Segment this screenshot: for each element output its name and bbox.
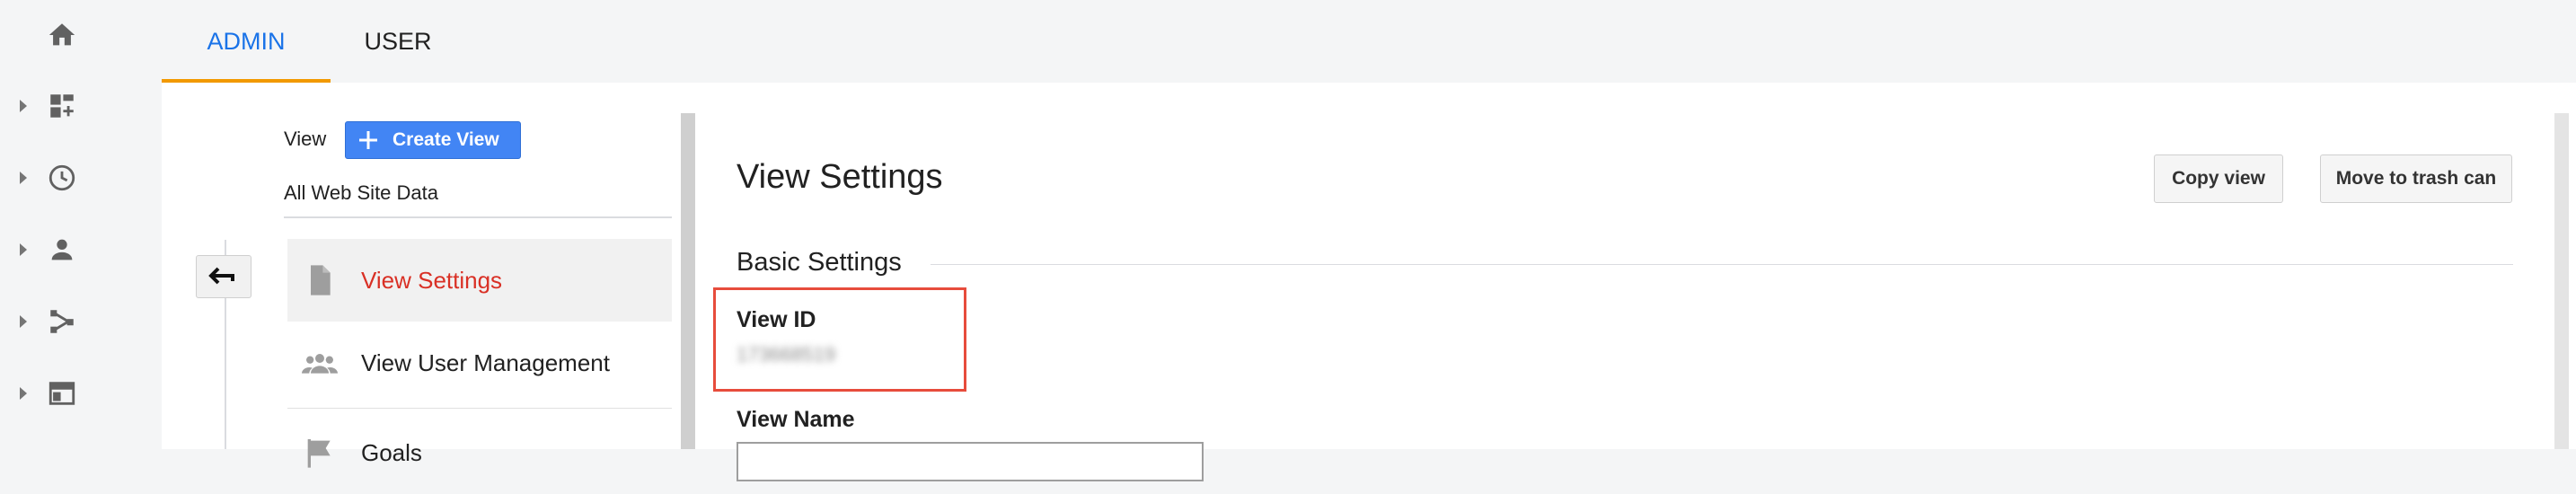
nav-acquisition[interactable] xyxy=(0,295,162,348)
customization-icon xyxy=(47,91,77,121)
expand-caret-icon[interactable] xyxy=(20,387,27,400)
create-view-label: Create View xyxy=(393,129,499,150)
menu-item-view-settings[interactable]: View Settings xyxy=(287,239,672,322)
view-id-label: View ID xyxy=(737,307,816,332)
menu-item-goals[interactable]: Goals xyxy=(287,411,672,494)
page-title: View Settings xyxy=(737,158,943,196)
scrollbar[interactable] xyxy=(2554,113,2569,449)
back-button[interactable] xyxy=(196,255,251,298)
section-divider xyxy=(931,264,2513,265)
acquisition-icon xyxy=(47,306,77,337)
back-arrow-icon xyxy=(208,267,234,285)
view-name-input[interactable] xyxy=(737,442,1204,481)
menu-separator xyxy=(287,408,672,409)
menu-label: Goals xyxy=(361,439,422,466)
behavior-icon xyxy=(47,378,77,409)
nav-audience[interactable] xyxy=(0,223,162,277)
home-icon[interactable] xyxy=(47,20,77,50)
menu-item-view-user-management[interactable]: View User Management xyxy=(287,322,672,404)
plus-icon xyxy=(359,131,377,149)
document-icon xyxy=(311,265,331,296)
view-id-value: 173668519 xyxy=(737,343,836,366)
menu-label: View Settings xyxy=(361,267,503,294)
tab-admin[interactable]: ADMIN xyxy=(162,0,331,83)
highlight-annotation xyxy=(713,287,966,392)
move-to-trash-button[interactable]: Move to trash can xyxy=(2320,154,2512,203)
section-heading: Basic Settings xyxy=(737,248,902,277)
expand-caret-icon[interactable] xyxy=(20,243,27,256)
realtime-clock-icon xyxy=(47,163,77,193)
tab-user[interactable]: USER xyxy=(331,0,465,83)
audience-person-icon xyxy=(47,234,77,265)
admin-content: View Create View All Web Site Data View … xyxy=(162,83,2576,481)
nav-behavior[interactable] xyxy=(0,366,162,420)
create-view-button[interactable]: Create View xyxy=(345,121,521,159)
copy-view-button[interactable]: Copy view xyxy=(2154,154,2283,203)
users-icon xyxy=(302,354,338,374)
expand-caret-icon[interactable] xyxy=(20,315,27,328)
view-label: View xyxy=(284,128,327,150)
top-tab-bar: ADMIN USER xyxy=(162,0,2576,83)
nav-customization[interactable] xyxy=(0,79,162,133)
flag-icon xyxy=(307,439,331,468)
view-name-label: View Name xyxy=(737,407,855,432)
expand-caret-icon[interactable] xyxy=(20,172,27,184)
expand-caret-icon[interactable] xyxy=(20,100,27,112)
menu-label: View User Management xyxy=(361,349,610,376)
panel-splitter[interactable] xyxy=(681,113,695,449)
view-selector-name[interactable]: All Web Site Data xyxy=(284,181,438,205)
nav-realtime[interactable] xyxy=(0,151,162,205)
divider xyxy=(284,216,672,218)
left-nav xyxy=(0,0,162,449)
